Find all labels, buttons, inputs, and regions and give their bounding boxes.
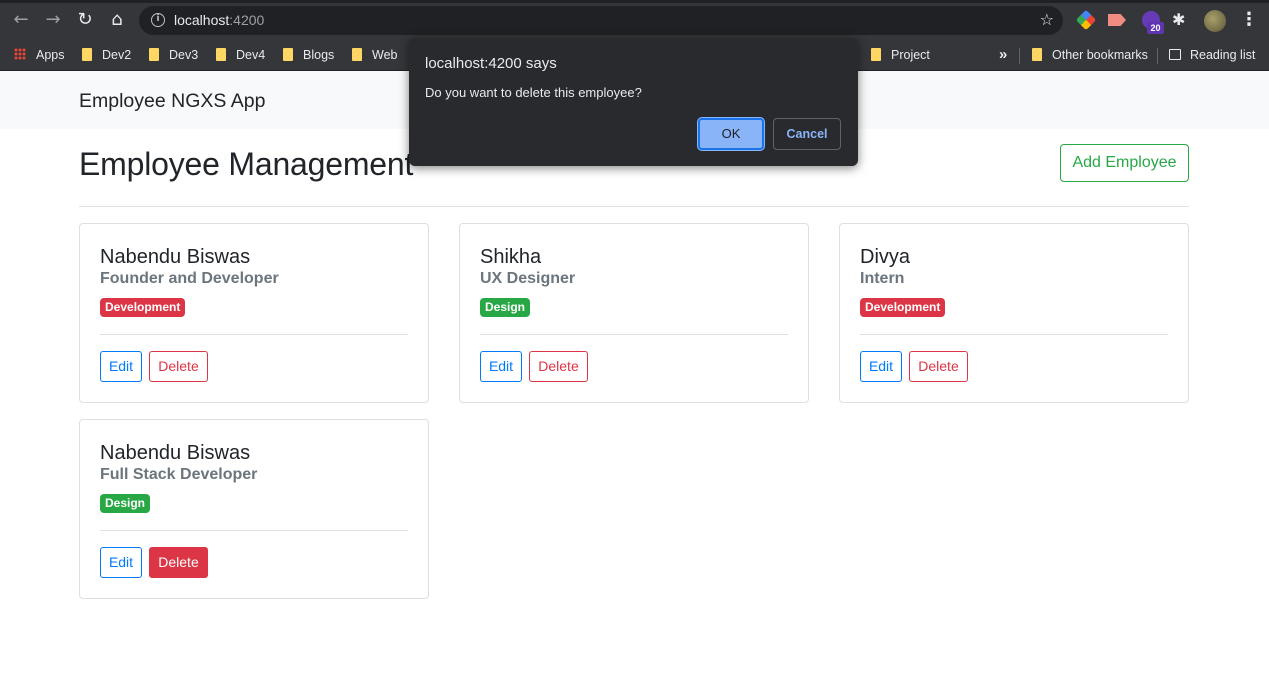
folder-icon <box>82 48 92 61</box>
cancel-button[interactable]: Cancel <box>773 118 841 150</box>
kebab-menu-icon[interactable]: ⋮ <box>1240 9 1258 30</box>
bookmark-project[interactable]: Project <box>871 46 930 64</box>
folder-icon <box>871 48 881 61</box>
edit-button[interactable]: Edit <box>480 351 522 382</box>
tab-strip-edge <box>0 0 1269 3</box>
forward-arrow-icon[interactable]: → <box>42 9 64 31</box>
card-divider <box>860 334 1168 335</box>
dialog-title: localhost:4200 says <box>425 55 557 72</box>
delete-button[interactable]: Delete <box>909 351 968 382</box>
employee-role: Full Stack Developer <box>100 466 258 483</box>
folder-icon <box>1032 48 1042 61</box>
tag-extension-icon[interactable] <box>1108 14 1126 26</box>
folder-icon <box>149 48 159 61</box>
folder-icon <box>352 48 362 61</box>
employee-card: Nabendu Biswas Founder and Developer Dev… <box>79 223 429 403</box>
apps-grid-icon <box>14 48 26 60</box>
department-badge: Development <box>860 298 946 317</box>
bookmark-dev3[interactable]: Dev3 <box>149 46 198 64</box>
delete-button[interactable]: Delete <box>149 351 208 382</box>
bookmark-star-icon[interactable]: ☆ <box>1040 10 1054 29</box>
department-badge: Design <box>480 298 531 317</box>
edit-button[interactable]: Edit <box>100 351 142 382</box>
bookmark-blogs[interactable]: Blogs <box>283 46 334 64</box>
employee-role: Intern <box>860 270 905 287</box>
profile-avatar[interactable] <box>1204 10 1226 32</box>
bookmark-web[interactable]: Web <box>352 46 397 64</box>
bookmarks-separator <box>1019 48 1020 64</box>
bookmarks-overflow-chevron[interactable]: » <box>999 46 1007 64</box>
reading-list-icon <box>1169 49 1181 60</box>
edit-button[interactable]: Edit <box>100 547 142 578</box>
card-divider <box>100 334 408 335</box>
add-employee-button[interactable]: Add Employee <box>1060 144 1189 182</box>
url-text: localhost:4200 <box>174 12 265 28</box>
site-info-icon[interactable]: i <box>151 13 165 27</box>
confirm-dialog: localhost:4200 says Do you want to delet… <box>409 38 858 166</box>
reading-list[interactable]: Reading list <box>1169 46 1255 64</box>
employee-card: Shikha UX Designer Design Edit Delete <box>459 223 809 403</box>
employee-card: Divya Intern Development Edit Delete <box>839 223 1189 403</box>
dialog-message: Do you want to delete this employee? <box>425 85 642 100</box>
delete-button[interactable]: Delete <box>529 351 588 382</box>
home-icon[interactable]: ⌂ <box>106 9 128 31</box>
app-brand[interactable]: Employee NGXS App <box>79 90 265 113</box>
browser-toolbar: ← → ↻ ⌂ i localhost:4200 ☆ 20 ✱ ⋮ <box>0 0 1269 40</box>
ok-button[interactable]: OK <box>698 118 764 150</box>
puzzle-extensions-icon[interactable]: ✱ <box>1172 11 1190 29</box>
bookmark-dev4[interactable]: Dev4 <box>216 46 265 64</box>
department-badge: Development <box>100 298 186 317</box>
reload-icon[interactable]: ↻ <box>74 9 96 31</box>
color-picker-extension-icon[interactable] <box>1075 9 1097 31</box>
bookmark-dev2[interactable]: Dev2 <box>82 46 131 64</box>
bookmark-apps[interactable]: Apps <box>14 46 65 64</box>
employee-role: UX Designer <box>480 270 576 287</box>
card-divider <box>480 334 788 335</box>
bookmark-other-bookmarks[interactable]: Other bookmarks <box>1032 46 1148 64</box>
edit-button[interactable]: Edit <box>860 351 902 382</box>
card-divider <box>100 530 408 531</box>
folder-icon <box>216 48 226 61</box>
page-title: Employee Management <box>79 146 414 182</box>
employee-name: Nabendu Biswas <box>100 246 251 268</box>
extension-badge: 20 <box>1147 22 1164 34</box>
delete-button[interactable]: Delete <box>149 547 208 578</box>
employee-name: Nabendu Biswas <box>100 442 251 464</box>
department-badge: Design <box>100 494 151 513</box>
employee-role: Founder and Developer <box>100 270 279 287</box>
folder-icon <box>283 48 293 61</box>
employee-card: Nabendu Biswas Full Stack Developer Desi… <box>79 419 429 599</box>
back-arrow-icon[interactable]: ← <box>10 9 32 31</box>
employee-name: Shikha <box>480 246 542 268</box>
bookmarks-separator <box>1157 48 1158 64</box>
employee-name: Divya <box>860 246 911 268</box>
address-bar[interactable]: i localhost:4200 ☆ <box>139 6 1063 35</box>
header-divider <box>79 206 1189 207</box>
